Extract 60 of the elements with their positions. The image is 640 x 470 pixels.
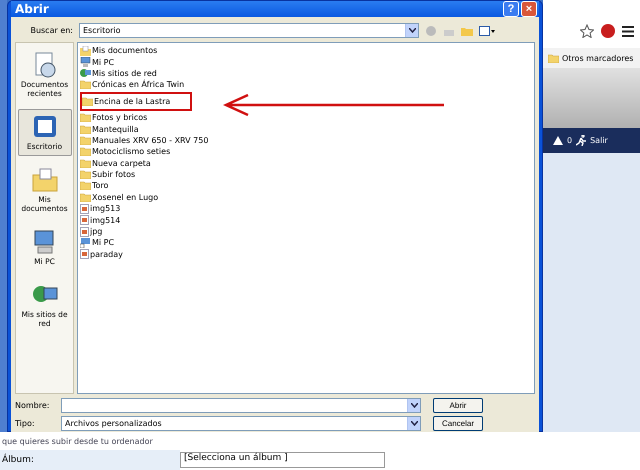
file-item[interactable]: Mis documentos — [80, 45, 158, 56]
image-file-icon — [80, 215, 89, 226]
folder-icon — [80, 113, 91, 122]
menu-icon[interactable] — [622, 26, 634, 36]
filename-label: Nombre: — [15, 401, 50, 410]
file-item[interactable]: Mis sitios de red — [80, 68, 157, 80]
folder-icon — [80, 80, 91, 90]
folder-icon — [80, 181, 91, 190]
computer-icon — [80, 57, 91, 68]
alert-count: 0 — [567, 136, 572, 145]
network-icon — [80, 68, 91, 78]
album-label: Álbum: — [0, 450, 180, 470]
look-in-label: Buscar en: — [29, 26, 73, 35]
cancel-button[interactable]: Cancelar — [433, 416, 483, 431]
file-item[interactable]: img513 — [80, 203, 120, 214]
bookmarks-folder[interactable]: Otros marcadores — [562, 54, 634, 62]
logout-link[interactable]: Salir — [590, 136, 608, 145]
folder-icon — [548, 54, 559, 62]
close-button[interactable]: × — [521, 1, 537, 17]
document-folder-icon — [80, 46, 91, 56]
file-item[interactable]: Toro — [80, 180, 108, 192]
running-figure-icon — [576, 135, 586, 146]
view-menu-icon[interactable] — [479, 24, 495, 36]
folder-icon — [80, 124, 91, 134]
image-file-icon — [80, 226, 89, 237]
file-item[interactable]: Crónicas en África Twin — [80, 79, 184, 91]
file-item[interactable]: Mi PC — [80, 56, 114, 68]
file-item[interactable]: Subir fotos — [80, 168, 136, 180]
folder-icon — [80, 192, 91, 202]
file-item[interactable]: Mantequilla — [80, 123, 139, 135]
open-button[interactable]: Abrir — [433, 398, 483, 413]
file-item[interactable]: Xosenel en Lugo — [80, 192, 158, 204]
album-select[interactable]: [Selecciona un álbum ] — [180, 452, 385, 468]
file-item[interactable]: Fotos y bricos — [80, 112, 148, 124]
folder-icon — [80, 147, 91, 156]
file-item[interactable]: Nueva carpeta — [80, 158, 151, 169]
filetype-label: Tipo: — [15, 419, 36, 428]
folder-icon — [82, 96, 93, 106]
warning-icon — [553, 136, 563, 145]
file-item[interactable]: Motociclismo seties — [80, 146, 170, 158]
file-item[interactable]: img514 — [80, 214, 120, 226]
document-folder-icon — [32, 167, 58, 193]
help-button[interactable]: ? — [503, 1, 519, 17]
file-item[interactable]: Encina de la Lastra — [82, 96, 170, 107]
window-title: Abrir — [15, 2, 50, 16]
filetype-dropdown[interactable]: Archivos personalizados — [61, 416, 421, 431]
folder-icon — [80, 136, 91, 145]
file-item[interactable]: paraday — [80, 248, 123, 260]
folder-icon — [80, 170, 91, 180]
computer-shortcut-icon — [80, 238, 91, 248]
file-item[interactable]: Manuales XRV 650 - XRV 750 — [80, 134, 208, 146]
folder-icon — [80, 158, 91, 168]
filename-field[interactable] — [61, 398, 421, 413]
file-item[interactable]: jpg — [80, 226, 102, 238]
file-item[interactable]: Mi PC — [80, 237, 114, 249]
look-in-dropdown[interactable]: Escritorio — [79, 23, 419, 38]
image-file-icon — [80, 204, 89, 214]
upload-hint: que quieres subir desde tu ordenador — [1, 436, 154, 446]
desktop-icon — [32, 114, 58, 140]
star-icon[interactable] — [580, 24, 594, 38]
